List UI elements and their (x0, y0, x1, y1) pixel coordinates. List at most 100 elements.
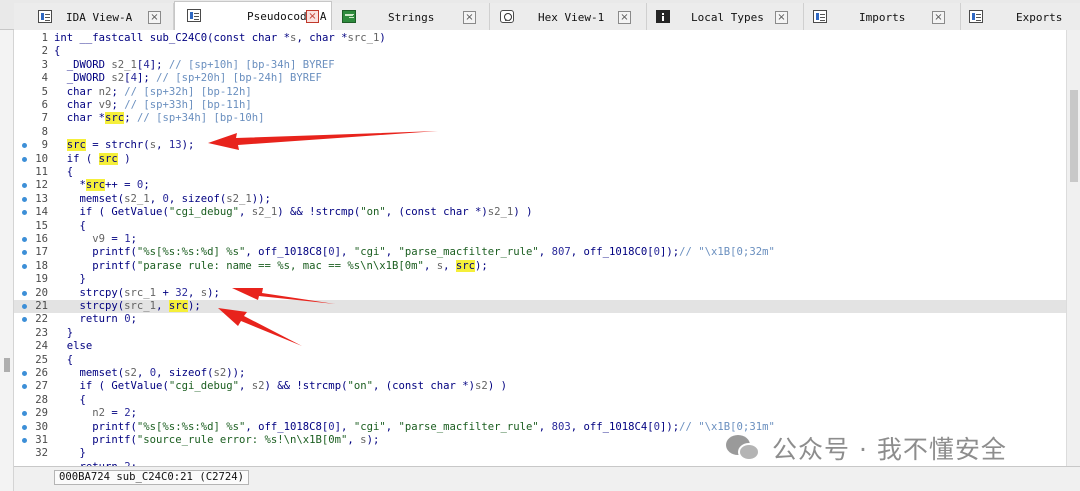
strings-icon (342, 10, 356, 23)
code-line[interactable]: 7 char *src; // [sp+34h] [bp-10h] (14, 112, 1066, 125)
code-line[interactable]: 12 *src++ = 0; (14, 179, 1066, 192)
code-line[interactable]: 6 char v9; // [sp+33h] [bp-11h] (14, 99, 1066, 112)
line-number: 32 (35, 447, 48, 460)
line-number: 11 (35, 166, 48, 178)
tab-pseudocode-a[interactable]: Pseudocode-A × (174, 1, 332, 31)
line-number: 26 (35, 367, 48, 379)
tab-local-types[interactable]: Local Types × (647, 3, 804, 30)
code-line[interactable]: 1 int __fastcall sub_C24C0(const char *s,… (14, 32, 1066, 45)
line-number: 4 (41, 72, 48, 85)
pseudocode-view[interactable]: 1 int __fastcall sub_C24C0(const char *s,… (14, 30, 1066, 466)
line-number: 8 (41, 125, 48, 138)
line-number: 3 (41, 58, 48, 71)
ida-view-icon (38, 10, 52, 23)
code-text: { (54, 393, 86, 406)
code-line[interactable]: 11 { (14, 166, 1066, 179)
tab-ida-view-a[interactable]: IDA View-A × (14, 3, 174, 30)
code-text: } (54, 447, 86, 460)
code-line[interactable]: 15 { (14, 220, 1066, 233)
line-number: 2 (41, 45, 48, 58)
line-number: 20 (35, 286, 48, 299)
code-text: strcpy(src_1, src); (54, 300, 201, 312)
code-line[interactable]: 19 } (14, 273, 1066, 286)
code-text: int __fastcall sub_C24C0(const char *s, … (54, 32, 386, 44)
code-line[interactable]: 17 printf("%s[%s:%s:%d] %s", off_1018C8[… (14, 246, 1066, 259)
imports-icon (813, 10, 827, 23)
code-line[interactable]: 8 (14, 126, 1066, 139)
code-line[interactable]: 18 printf("parase rule: name == %s, mac … (14, 259, 1066, 273)
line-number: 24 (35, 340, 48, 353)
line-number: 12 (35, 179, 48, 192)
line-number: 21 (35, 300, 48, 312)
code-line[interactable]: 4 _DWORD s2[4]; // [sp+20h] [bp-24h] BYR… (14, 72, 1066, 85)
code-text: printf("%s[%s:%s:%d] %s", off_1018C8[0],… (54, 246, 775, 259)
close-icon[interactable]: × (932, 11, 945, 24)
code-line[interactable]: 9 src = strchr(s, 13); (14, 139, 1066, 152)
tab-imports[interactable]: Imports × (804, 3, 961, 30)
close-icon[interactable]: × (148, 11, 161, 24)
tab-hex-view-1[interactable]: Hex View-1 × (490, 3, 647, 30)
scrollbar-thumb[interactable] (1070, 90, 1078, 182)
code-line[interactable]: 20 strcpy(src_1 + 32, s); (14, 287, 1066, 300)
code-line[interactable]: 25 { (14, 354, 1066, 367)
tab-exports[interactable]: Exports (961, 3, 1080, 30)
code-line[interactable]: 13 memset(s2_1, 0, sizeof(s2_1)); (14, 193, 1066, 206)
tab-label: Local Types (691, 11, 764, 24)
line-number: 10 (35, 152, 48, 165)
code-text: src = strchr(s, 13); (66, 139, 195, 152)
code-line[interactable]: 23 } (14, 327, 1066, 340)
code-text: if ( GetValue("cgi_debug", s2) && !strcm… (79, 380, 507, 393)
line-number: 19 (35, 273, 48, 286)
tab-label: Strings (388, 11, 435, 24)
hex-view-icon (500, 10, 514, 23)
code-line[interactable]: 5 char n2; // [sp+32h] [bp-12h] (14, 86, 1066, 99)
code-line[interactable]: 28 { (14, 394, 1066, 407)
vertical-scrollbar[interactable] (1066, 30, 1080, 466)
code-text: _DWORD s2_1[4]; // [sp+10h] [bp-34h] BYR… (54, 58, 335, 71)
code-text: { (54, 166, 74, 178)
code-text: v9 = 1; (92, 233, 137, 245)
code-line[interactable]: 27 if ( GetValue("cgi_debug", s2) && !st… (14, 380, 1066, 393)
close-icon[interactable]: × (306, 10, 319, 23)
code-line[interactable]: 2{ (14, 45, 1066, 58)
line-number: 28 (35, 393, 48, 406)
line-number: 23 (35, 326, 48, 339)
line-number: 9 (41, 139, 48, 152)
code-text: { (54, 219, 86, 232)
code-line[interactable]: 22 return 0; (14, 313, 1066, 326)
line-number: 31 (35, 434, 48, 446)
code-line[interactable]: 26 memset(s2, 0, sizeof(s2)); (14, 367, 1066, 380)
line-number: 15 (35, 219, 48, 232)
code-line[interactable]: 21 strcpy(src_1, src); (14, 300, 1066, 314)
code-text: strcpy(src_1 + 32, s); (54, 286, 220, 299)
code-line[interactable]: 16 v9 = 1; (14, 233, 1066, 246)
pseudocode-icon (187, 9, 201, 22)
code-line[interactable]: 29 n2 = 2; (14, 407, 1066, 420)
line-number: 17 (35, 246, 48, 259)
code-text: memset(s2_1, 0, sizeof(s2_1)); (54, 192, 271, 205)
tab-label: IDA View-A (66, 11, 133, 24)
line-number: 16 (35, 233, 48, 245)
close-icon[interactable]: × (463, 11, 476, 24)
line-number: 22 (35, 313, 48, 326)
code-line[interactable]: 10 if ( src ) (14, 152, 1066, 166)
code-text: memset(s2, 0, sizeof(s2)); (54, 367, 246, 379)
left-gutter-strip (0, 30, 14, 491)
code-text: } (54, 273, 86, 286)
close-icon[interactable]: × (775, 11, 788, 24)
line-number: 14 (35, 206, 48, 219)
code-line[interactable]: 3 _DWORD s2_1[4]; // [sp+10h] [bp-34h] B… (14, 59, 1066, 72)
code-text: char v9; // [sp+33h] [bp-11h] (66, 99, 252, 111)
code-line[interactable]: 14 if ( GetValue("cgi_debug", s2_1) && !… (14, 206, 1066, 219)
tab-strings[interactable]: Strings × (332, 3, 490, 30)
code-text: { (54, 45, 61, 58)
code-text: char n2; // [sp+32h] [bp-12h] (66, 85, 252, 98)
tab-label: Hex View-1 (538, 11, 605, 24)
exports-icon (969, 10, 983, 23)
code-text: n2 = 2; (92, 407, 137, 420)
code-line[interactable]: 24 else (14, 340, 1066, 353)
status-bar: 000BA724 sub_C24C0:21 (C2724) (14, 466, 1080, 491)
scroll-marker (4, 358, 10, 372)
code-text: _DWORD s2[4]; // [sp+20h] [bp-24h] BYREF (54, 72, 322, 85)
close-icon[interactable]: × (618, 11, 631, 24)
